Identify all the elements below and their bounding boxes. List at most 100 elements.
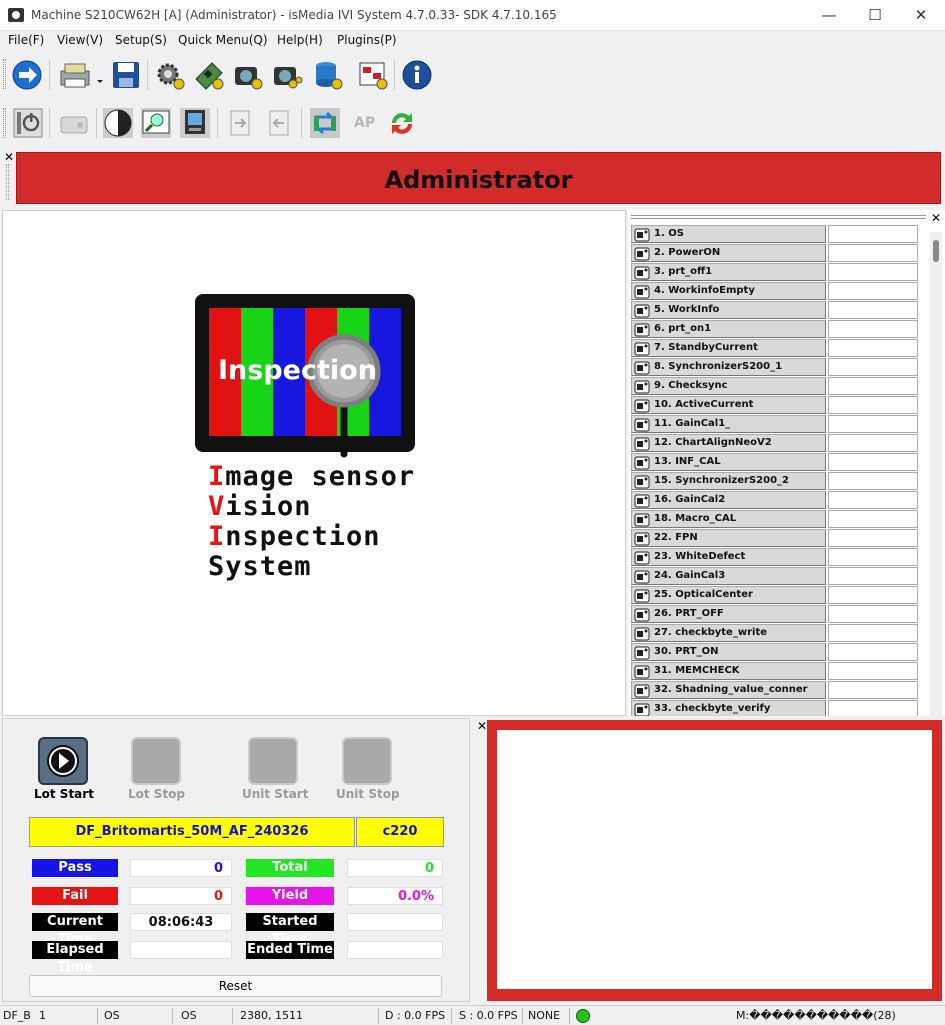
step-row[interactable]: 6. prt_on1 [631, 320, 921, 339]
step-camera-icon [634, 513, 650, 527]
step-name-cell[interactable]: 4. WorkinfoEmpty [631, 282, 826, 300]
step-row[interactable]: 1. OS [631, 225, 921, 244]
save-icon[interactable] [110, 59, 142, 91]
camera-gear-icon[interactable] [232, 59, 264, 91]
contrast-icon[interactable] [102, 107, 134, 139]
step-row[interactable]: 26. PRT_OFF [631, 605, 921, 624]
close-button[interactable]: ✕ [898, 4, 944, 28]
step-name-cell[interactable]: 2. PowerON [631, 244, 826, 262]
import-icon[interactable] [264, 107, 296, 139]
step-camera-icon [634, 532, 650, 546]
step-name-cell[interactable]: 26. PRT_OFF [631, 605, 826, 623]
step-list-scrollbar[interactable] [930, 232, 942, 716]
status-separator [172, 1008, 173, 1024]
step-name-cell[interactable]: 23. WhiteDefect [631, 548, 826, 566]
menu-setup[interactable]: Setup(S) [115, 33, 167, 47]
step-result-cell [828, 434, 918, 452]
step-name-cell[interactable]: 1. OS [631, 225, 826, 243]
ap-button[interactable]: AP [350, 107, 382, 139]
step-name-cell[interactable]: 22. FPN [631, 529, 826, 547]
step-row[interactable]: 32. Shadning_value_conner [631, 681, 921, 700]
step-row[interactable]: 5. WorkInfo [631, 301, 921, 320]
info-icon[interactable] [401, 59, 433, 91]
step-name-cell[interactable]: 30. PRT_ON [631, 643, 826, 661]
panel-grip[interactable] [631, 215, 926, 219]
step-row[interactable]: 24. GainCal3 [631, 567, 921, 586]
menu-view[interactable]: View(V) [57, 33, 103, 47]
gear-icon[interactable] [154, 59, 186, 91]
step-row[interactable]: 12. ChartAlignNeoV2 [631, 434, 921, 453]
step-row[interactable]: 27. checkbyte_write [631, 624, 921, 643]
step-name-cell[interactable]: 6. prt_on1 [631, 320, 826, 338]
step-name-cell[interactable]: 31. MEMCHECK [631, 662, 826, 680]
step-row[interactable]: 11. GainCal1_ [631, 415, 921, 434]
toolbar-grip[interactable] [3, 108, 6, 138]
step-row[interactable]: 7. StandbyCurrent [631, 339, 921, 358]
admin-banner-close-icon[interactable]: ✕ [4, 151, 14, 163]
step-list-close-icon[interactable]: ✕ [931, 212, 941, 224]
dock-grip[interactable] [6, 164, 9, 200]
step-name-cell[interactable]: 27. checkbyte_write [631, 624, 826, 642]
step-row[interactable]: 23. WhiteDefect [631, 548, 921, 567]
lot-start-button[interactable] [38, 737, 88, 785]
step-row[interactable]: 3. prt_off1 [631, 263, 921, 282]
menu-plugins[interactable]: Plugins(P) [337, 33, 397, 47]
step-row[interactable]: 13. INF_CAL [631, 453, 921, 472]
refresh-icon[interactable] [386, 107, 418, 139]
step-row[interactable]: 15. SynchronizerS200_2 [631, 472, 921, 491]
step-name-cell[interactable]: 16. GainCal2 [631, 491, 826, 509]
step-row[interactable]: 30. PRT_ON [631, 643, 921, 662]
hdd-icon[interactable] [58, 107, 90, 139]
step-row[interactable]: 16. GainCal2 [631, 491, 921, 510]
arrow-right-icon[interactable] [11, 59, 43, 91]
camera-app-icon [8, 8, 24, 22]
maximize-button[interactable]: ☐ [852, 4, 898, 28]
reset-button[interactable]: Reset [29, 975, 442, 997]
step-name-cell[interactable]: 15. SynchronizerS200_2 [631, 472, 826, 490]
zoom-image-icon[interactable] [140, 107, 172, 139]
step-row[interactable]: 31. MEMCHECK [631, 662, 921, 681]
database-icon[interactable] [312, 59, 344, 91]
step-name-cell[interactable]: 5. WorkInfo [631, 301, 826, 319]
step-name-cell[interactable]: 33. checkbyte_verify [631, 700, 826, 716]
step-name-cell[interactable]: 12. ChartAlignNeoV2 [631, 434, 826, 452]
step-row[interactable]: 10. ActiveCurrent [631, 396, 921, 415]
chart-gear-icon[interactable] [357, 59, 389, 91]
menu-file[interactable]: File(F) [8, 33, 44, 47]
unit-start-button[interactable] [248, 737, 298, 785]
step-name-cell[interactable]: 24. GainCal3 [631, 567, 826, 585]
step-row[interactable]: 25. OpticalCenter [631, 586, 921, 605]
toolbar-separator [394, 60, 395, 90]
step-row[interactable]: 8. SynchronizerS200_1 [631, 358, 921, 377]
step-name-cell[interactable]: 7. StandbyCurrent [631, 339, 826, 357]
step-name-cell[interactable]: 13. INF_CAL [631, 453, 826, 471]
sync-icon[interactable] [309, 107, 341, 139]
lot-stop-button[interactable] [131, 737, 181, 785]
step-name-cell[interactable]: 11. GainCal1_ [631, 415, 826, 433]
step-name-cell[interactable]: 25. OpticalCenter [631, 586, 826, 604]
unit-stop-button[interactable] [342, 737, 392, 785]
step-name-cell[interactable]: 3. prt_off1 [631, 263, 826, 281]
toolbar-grip[interactable] [3, 59, 6, 89]
menu-help[interactable]: Help(H) [277, 33, 323, 47]
step-row[interactable]: 2. PowerON [631, 244, 921, 263]
step-row[interactable]: 9. Checksync [631, 377, 921, 396]
menu-quick[interactable]: Quick Menu(Q) [178, 33, 268, 47]
log-panel-close-icon[interactable]: ✕ [477, 720, 487, 732]
step-name-cell[interactable]: 32. Shadning_value_conner [631, 681, 826, 699]
step-name-cell[interactable]: 8. SynchronizerS200_1 [631, 358, 826, 376]
step-row[interactable]: 4. WorkinfoEmpty [631, 282, 921, 301]
step-name-cell[interactable]: 9. Checksync [631, 377, 826, 395]
printer-icon[interactable] [58, 59, 104, 91]
board-icon[interactable] [193, 59, 225, 91]
step-name-cell[interactable]: 18. Macro_CAL [631, 510, 826, 528]
step-row[interactable]: 18. Macro_CAL [631, 510, 921, 529]
minimize-button[interactable]: — [806, 4, 852, 28]
step-name-cell[interactable]: 10. ActiveCurrent [631, 396, 826, 414]
monitor-icon[interactable] [179, 107, 211, 139]
camera-gears-icon[interactable] [271, 59, 303, 91]
step-row[interactable]: 33. checkbyte_verify [631, 700, 921, 716]
export-icon[interactable] [225, 107, 257, 139]
power-icon[interactable] [12, 107, 44, 139]
step-row[interactable]: 22. FPN [631, 529, 921, 548]
